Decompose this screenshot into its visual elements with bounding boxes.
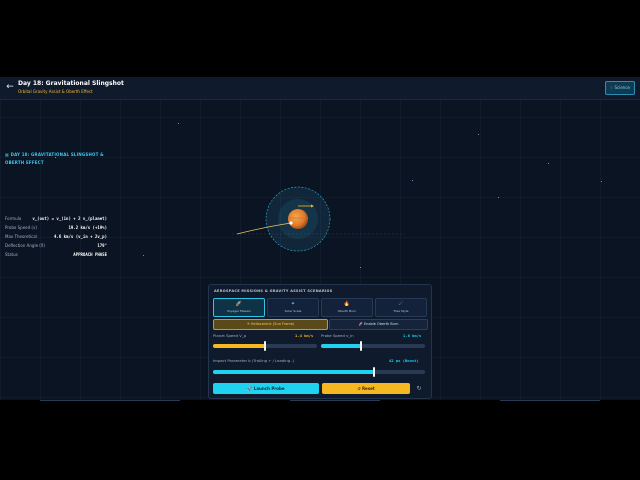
scenario-voyager-button[interactable]: 🚀 Voyager Mission [213, 298, 265, 317]
info-value: 19.2 km/s (+19%) [68, 225, 107, 230]
info-row-deflection: Deflection Angle (δ) 179° [5, 242, 107, 250]
scenario-label: Free Style [393, 309, 409, 313]
planet-speed-label: Planet Speed V_p [213, 333, 247, 338]
impact-parameter-fill [213, 370, 375, 374]
heliocentric-frame-button[interactable]: ☀ Heliocentric (Sun Frame) [213, 319, 328, 330]
info-panel: ▦ DAY 18: GRAVITATIONAL SLINGSHOT & OBER… [3, 145, 107, 263]
scenario-free-style-button[interactable]: ☄ Free Style [375, 298, 427, 317]
info-value: 4.6 km/s (v_in + 2v_p) [54, 234, 107, 239]
info-value: APPROACH PHASE [73, 252, 107, 257]
sparkle-icon: ✦ [290, 301, 296, 307]
comet-icon: ☄ [398, 301, 404, 307]
scenario-label: Voyager Mission [226, 309, 252, 313]
planet [288, 209, 308, 229]
planet-speed-thumb[interactable] [264, 341, 266, 351]
info-key: Max Theoretical [5, 234, 37, 239]
app-window: ← Day 18: Gravitational Slingshot Orbita… [0, 77, 640, 400]
planet-speed-fill [213, 344, 265, 348]
control-panel: AEROSPACE MISSIONS & GRAVITY ASSIST SCEN… [208, 284, 432, 399]
info-row-max-theoretical: Max Theoretical 4.6 km/s (v_in + 2v_p) [5, 233, 107, 241]
info-row-status: Status APPROACH PHASE [5, 251, 107, 259]
probe-speed-slider[interactable] [321, 341, 425, 351]
panel-title: AEROSPACE MISSIONS & GRAVITY ASSIST SCEN… [214, 289, 333, 293]
probe-speed-thumb[interactable] [359, 341, 362, 351]
arrow-left-icon[interactable]: ← [4, 81, 16, 93]
probe-speed-value: 1.6 km/s [403, 333, 422, 338]
scenario-oberth-burn-button[interactable]: 🔥 Oberth Burn [321, 298, 373, 317]
rocket-icon: 🚀 [235, 301, 243, 307]
info-key: Status [5, 252, 18, 257]
flame-icon: 🔥 [343, 301, 351, 307]
info-value: 179° [97, 243, 107, 248]
launch-probe-button[interactable]: 🚀 Launch Probe [213, 383, 319, 394]
info-key: Formula [5, 216, 22, 221]
lightbulb-icon: ♢ [609, 85, 614, 90]
info-value: v_(out) = v_(in) + 2 v_(planet) [32, 216, 107, 221]
impact-parameter-slider[interactable] [213, 367, 425, 377]
probe-speed-label: Probe Speed v_in [321, 333, 354, 338]
scenario-label: Oberth Burn [337, 309, 357, 313]
page-subtitle: Orbital Gravity Assist & Oberth Effect [18, 89, 93, 94]
scenario-solar-scale-button[interactable]: ✦ Solar Scale [267, 298, 319, 317]
impact-parameter-thumb[interactable] [373, 367, 376, 377]
info-title: ▦ DAY 18: GRAVITATIONAL SLINGSHOT & OBER… [5, 151, 105, 167]
divider-segment [290, 400, 380, 401]
probe [289, 221, 293, 225]
divider-segment [40, 400, 180, 401]
impact-parameter-value: 42 px (Boost) [389, 358, 419, 363]
impact-parameter-label: Impact Parameter b (Trailing + / Leading… [213, 358, 295, 363]
reset-button[interactable]: ↺ Reset [322, 383, 410, 394]
oberth-burn-toggle[interactable]: 🚀 Enable Oberth Burn [329, 319, 428, 330]
planet-speed-slider[interactable] [213, 341, 317, 351]
divider-segment [500, 400, 600, 401]
top-bar: ← Day 18: Gravitational Slingshot Orbita… [0, 77, 640, 100]
info-row-probe-speed: Probe Speed (v) 19.2 km/s (+19%) [5, 224, 107, 232]
info-row-formula: Formula v_(out) = v_(in) + 2 v_(planet) [5, 215, 107, 223]
planet-speed-value: 1.4 km/s [295, 333, 314, 338]
probe-speed-fill [321, 344, 361, 348]
bottom-divider [0, 400, 640, 402]
page-title: Day 18: Gravitational Slingshot [18, 80, 124, 87]
info-title-text: DAY 18: GRAVITATIONAL SLINGSHOT & OBERTH… [5, 152, 104, 165]
refresh-icon[interactable]: ↻ [414, 383, 424, 394]
science-label: Science [614, 85, 630, 90]
info-key: Deflection Angle (δ) [5, 243, 45, 248]
info-key: Probe Speed (v) [5, 225, 37, 230]
scenario-label: Solar Scale [284, 309, 302, 313]
science-badge-button[interactable]: ♢ Science [604, 81, 635, 95]
